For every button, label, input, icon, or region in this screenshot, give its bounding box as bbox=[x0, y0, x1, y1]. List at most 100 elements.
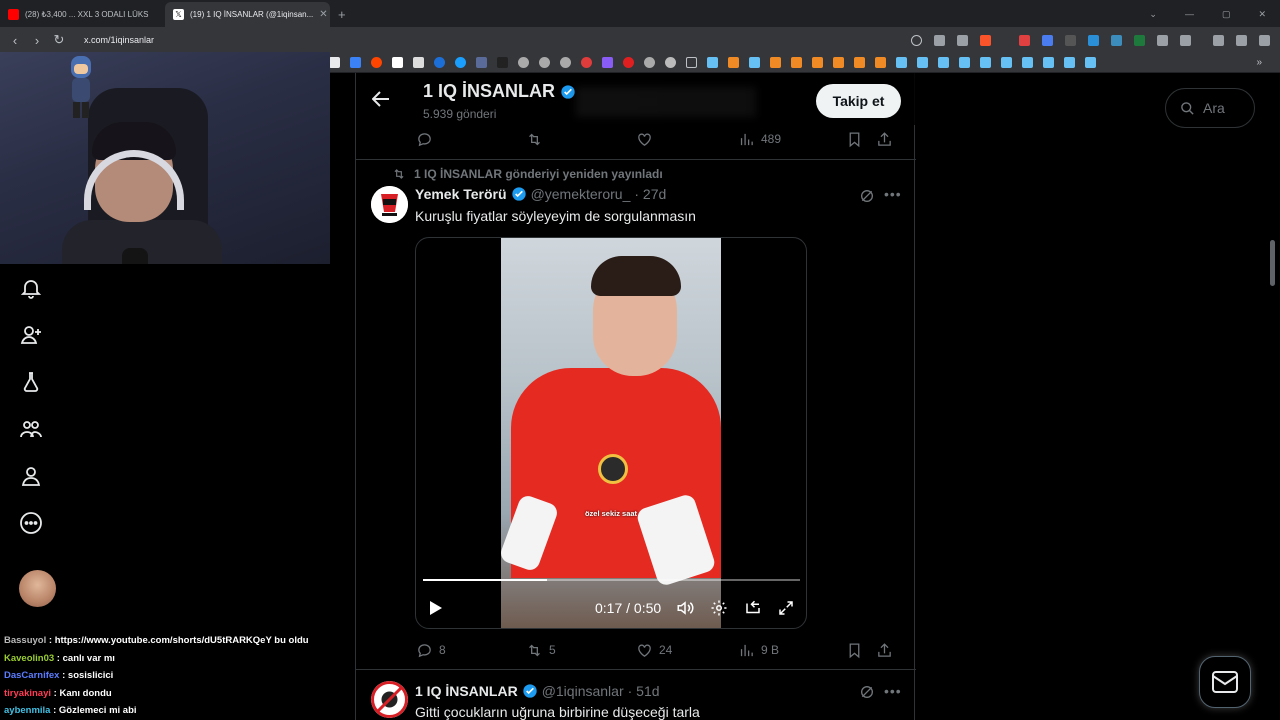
communities-icon[interactable] bbox=[19, 417, 43, 441]
steam-icon[interactable] bbox=[1085, 57, 1096, 68]
page-scrollbar[interactable] bbox=[1270, 240, 1275, 286]
extension-icon[interactable] bbox=[1134, 34, 1145, 46]
follow-person-plus-icon[interactable] bbox=[19, 323, 43, 347]
sidebar-icon[interactable] bbox=[1180, 34, 1191, 46]
forward-icon[interactable]: › bbox=[26, 33, 48, 48]
steam-icon[interactable] bbox=[917, 57, 928, 68]
video-progress-bar[interactable] bbox=[423, 579, 800, 581]
bookmark-icon[interactable] bbox=[791, 57, 802, 68]
bookmark-icon[interactable] bbox=[539, 57, 550, 68]
more-options-icon[interactable]: ••• bbox=[884, 186, 902, 202]
bookmark-icon[interactable] bbox=[854, 57, 865, 68]
more-bookmarks-icon[interactable]: » bbox=[1256, 57, 1262, 68]
tweet-video[interactable]: özel sekiz saat 0:17 / 0:50 bbox=[415, 237, 807, 629]
author-name[interactable]: 1 IQ İNSANLAR bbox=[415, 683, 518, 699]
cast-icon[interactable] bbox=[934, 34, 945, 46]
author-handle[interactable]: @1iqinsanlar bbox=[542, 683, 624, 699]
bookmark-icon[interactable] bbox=[497, 57, 508, 68]
grok-icon[interactable] bbox=[859, 684, 875, 700]
repost-button[interactable]: 5 bbox=[526, 642, 636, 659]
share-button[interactable] bbox=[876, 131, 893, 148]
more-circle-icon[interactable] bbox=[19, 511, 43, 535]
back-arrow-icon[interactable] bbox=[372, 91, 390, 107]
bookmark-icon[interactable] bbox=[350, 57, 361, 68]
notifications-bell-icon[interactable] bbox=[19, 276, 43, 300]
messages-button[interactable] bbox=[1199, 656, 1251, 708]
bookmark-icon[interactable] bbox=[665, 57, 676, 68]
tweet-avatar[interactable] bbox=[371, 186, 408, 223]
settings-gear-icon[interactable] bbox=[710, 599, 728, 617]
account-avatar[interactable] bbox=[19, 570, 56, 607]
extension-icon[interactable] bbox=[1019, 34, 1030, 46]
bookmark-icon[interactable] bbox=[581, 57, 592, 68]
reload-icon[interactable]: ↻ bbox=[48, 32, 70, 48]
bookmark-icon[interactable] bbox=[476, 57, 487, 68]
bookmark-icon[interactable] bbox=[833, 57, 844, 68]
browser-tab-youtube[interactable]: (28) ₺3,400 ... XXL 3 ODALI LÜKS bbox=[0, 2, 165, 27]
bookmark-icon[interactable] bbox=[455, 57, 466, 68]
reply-button[interactable] bbox=[416, 131, 526, 148]
steam-icon[interactable] bbox=[959, 57, 970, 68]
bookmark-icon[interactable] bbox=[518, 57, 529, 68]
share-icon[interactable] bbox=[957, 34, 968, 46]
menu-icon[interactable] bbox=[1259, 34, 1270, 46]
bookmark-icon[interactable] bbox=[728, 57, 739, 68]
tweet-age[interactable]: · 27d bbox=[634, 186, 666, 202]
extension-icon[interactable] bbox=[1065, 34, 1076, 46]
reddit-icon[interactable] bbox=[371, 57, 382, 68]
steam-icon[interactable] bbox=[749, 57, 760, 68]
puzzle-icon[interactable] bbox=[1157, 34, 1168, 46]
x-bookmark-icon[interactable] bbox=[329, 57, 340, 68]
profile-icon[interactable] bbox=[19, 464, 43, 488]
volume-icon[interactable] bbox=[676, 599, 694, 617]
steam-icon[interactable] bbox=[980, 57, 991, 68]
steam-icon[interactable] bbox=[896, 57, 907, 68]
steam-icon[interactable] bbox=[1022, 57, 1033, 68]
like-button[interactable] bbox=[636, 131, 738, 148]
zoom-icon[interactable] bbox=[911, 34, 922, 46]
steam-icon[interactable] bbox=[1001, 57, 1012, 68]
author-handle[interactable]: @yemekteroru_ bbox=[531, 186, 631, 202]
download-icon[interactable] bbox=[1213, 34, 1224, 46]
new-tab-button[interactable]: + bbox=[330, 7, 354, 27]
play-icon[interactable] bbox=[429, 600, 443, 616]
brave-shield-icon[interactable] bbox=[980, 34, 991, 46]
minimize-icon[interactable]: — bbox=[1185, 9, 1194, 20]
url-field[interactable]: x.com/1iqinsanlar bbox=[84, 35, 911, 45]
repost-button[interactable] bbox=[526, 131, 636, 148]
extension-icon[interactable] bbox=[1042, 34, 1053, 46]
reply-button[interactable]: 8 bbox=[416, 642, 526, 659]
author-name[interactable]: Yemek Terörü bbox=[415, 186, 507, 202]
views-button[interactable]: 489 bbox=[738, 131, 846, 148]
bookmark-icon[interactable] bbox=[623, 57, 634, 68]
browser-tab-x[interactable]: 𝕏 (19) 1 IQ İNSANLAR (@1iqinsan... ✕ bbox=[165, 2, 330, 27]
bookmark-icon[interactable] bbox=[602, 57, 613, 68]
like-button[interactable]: 24 bbox=[636, 642, 738, 659]
bookmark-icon[interactable] bbox=[560, 57, 571, 68]
steam-icon[interactable] bbox=[938, 57, 949, 68]
steam-icon[interactable] bbox=[1043, 57, 1054, 68]
share-button[interactable] bbox=[876, 642, 893, 659]
maximize-icon[interactable]: ▢ bbox=[1222, 9, 1231, 20]
bookmark-icon[interactable] bbox=[644, 57, 655, 68]
bookmark-icon[interactable] bbox=[875, 57, 886, 68]
chevron-down-icon[interactable]: ⌄ bbox=[1149, 9, 1157, 20]
back-icon[interactable]: ‹ bbox=[4, 33, 26, 48]
bookmark-icon[interactable] bbox=[434, 57, 445, 68]
steam-icon[interactable] bbox=[1064, 57, 1075, 68]
search-input[interactable]: Ara bbox=[1165, 88, 1255, 128]
grok-icon[interactable] bbox=[859, 188, 875, 204]
bookmark-icon[interactable] bbox=[392, 57, 403, 68]
bookmark-icon[interactable] bbox=[413, 57, 424, 68]
follow-button[interactable]: Takip et bbox=[816, 84, 901, 118]
tweet-avatar[interactable] bbox=[371, 681, 408, 718]
extension-icon[interactable] bbox=[1111, 34, 1122, 46]
close-window-icon[interactable]: ✕ bbox=[1258, 9, 1266, 20]
bookmark-icon[interactable] bbox=[770, 57, 781, 68]
views-button[interactable]: 9 B bbox=[738, 642, 846, 659]
bookmark-button[interactable] bbox=[846, 642, 876, 659]
extension-icon[interactable] bbox=[1088, 34, 1099, 46]
grok-flask-icon[interactable] bbox=[19, 370, 43, 394]
steam-icon[interactable] bbox=[707, 57, 718, 68]
close-tab-icon[interactable]: ✕ bbox=[319, 9, 327, 20]
